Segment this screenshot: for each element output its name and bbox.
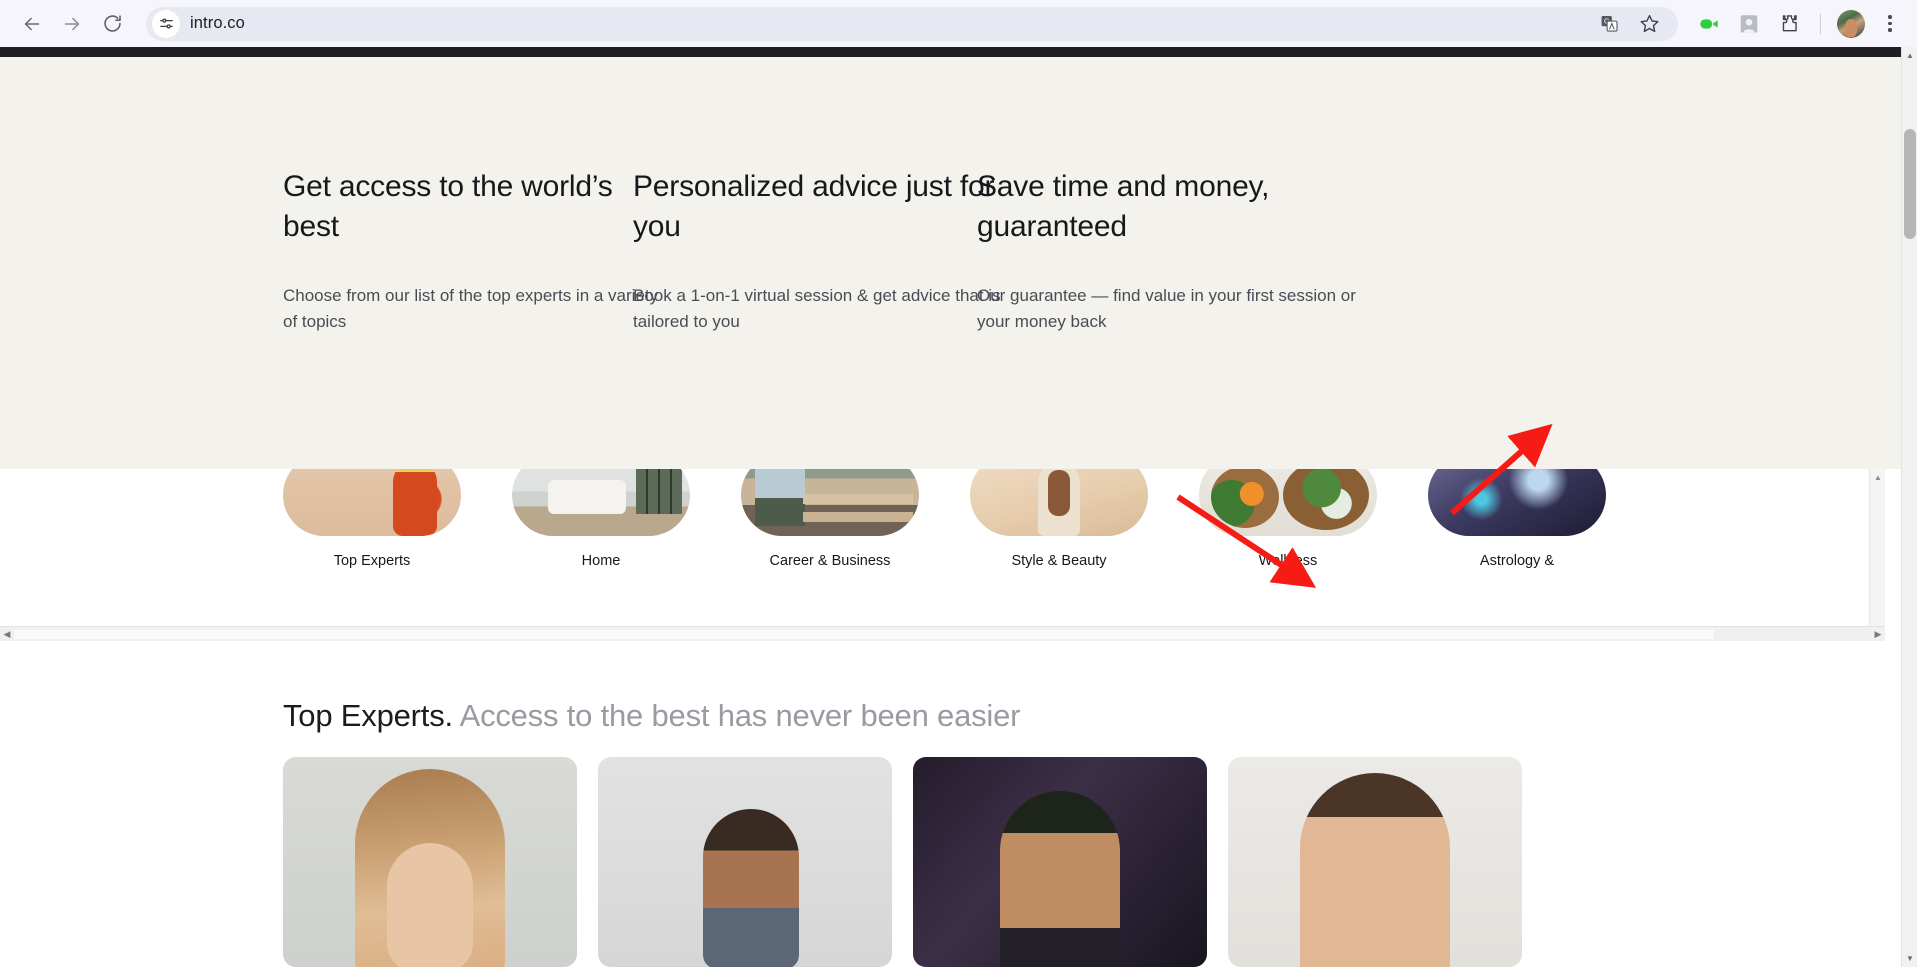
toolbar-divider bbox=[1820, 13, 1821, 34]
category-label: Career & Business bbox=[769, 553, 891, 569]
category-thumbnail-top-experts bbox=[283, 469, 461, 536]
translate-button[interactable]: G bbox=[1594, 9, 1624, 39]
category-label: Top Experts bbox=[333, 553, 411, 569]
carousel-hscroll-thumb[interactable] bbox=[14, 630, 1714, 639]
back-button[interactable] bbox=[12, 4, 52, 44]
reload-icon bbox=[103, 15, 121, 32]
star-icon bbox=[1639, 14, 1659, 33]
value-prop-3-title: Save time and money, guaranteed bbox=[977, 170, 1270, 243]
carousel-scroll-up-arrow[interactable]: ▲ bbox=[1870, 469, 1886, 485]
browser-extension-actions bbox=[1688, 9, 1905, 39]
top-experts-heading-light: Access to the best has never been easier bbox=[459, 698, 1021, 733]
avatar-extension-button[interactable] bbox=[1734, 9, 1764, 39]
category-item-career-business[interactable]: Career & Business bbox=[741, 469, 919, 569]
top-experts-heading-strong: Top Experts. bbox=[283, 698, 453, 733]
video-camera-icon bbox=[1700, 18, 1718, 29]
value-prop-1: Get access to the world’s best Choose fr… bbox=[283, 167, 663, 335]
person-badge-icon bbox=[1740, 14, 1758, 33]
page-viewport: Get access to the world’s best Choose fr… bbox=[0, 47, 1901, 967]
address-bar[interactable]: intro.co G bbox=[146, 6, 1678, 41]
page-scrollbar-thumb[interactable] bbox=[1904, 129, 1916, 239]
category-carousel-section: Top Experts Home Career & Business Style… bbox=[0, 469, 1901, 641]
carousel-horizontal-scrollbar[interactable]: ◀ ▶ bbox=[0, 626, 1885, 641]
category-thumbnail-home bbox=[512, 469, 690, 536]
profile-avatar[interactable] bbox=[1837, 9, 1865, 38]
carousel-scroll-left-arrow[interactable]: ◀ bbox=[0, 627, 14, 642]
category-item-style-beauty[interactable]: Style & Beauty bbox=[970, 469, 1148, 569]
category-item-astrology[interactable]: Astrology & bbox=[1428, 469, 1606, 569]
expert-card[interactable] bbox=[1228, 757, 1522, 967]
site-settings-button[interactable] bbox=[152, 9, 180, 38]
page-top-dark-strip bbox=[0, 47, 1901, 57]
top-experts-heading: Top Experts. Access to the best has neve… bbox=[283, 696, 1020, 736]
category-label: Style & Beauty bbox=[1011, 553, 1107, 569]
expert-card[interactable] bbox=[598, 757, 892, 967]
reload-button[interactable] bbox=[92, 4, 132, 44]
category-thumbnail-style-beauty bbox=[970, 469, 1148, 536]
category-thumbnail-astrology bbox=[1428, 469, 1606, 536]
page-vertical-scrollbar[interactable]: ▲ ▼ bbox=[1901, 47, 1917, 967]
category-label: Astrology & bbox=[1479, 553, 1555, 569]
value-prop-1-body: Choose from our list of the top experts … bbox=[283, 286, 659, 331]
forward-button[interactable] bbox=[52, 4, 92, 44]
category-item-home[interactable]: Home bbox=[512, 469, 690, 569]
puzzle-piece-icon bbox=[1782, 15, 1797, 32]
top-experts-card-list bbox=[283, 757, 1522, 967]
url-text: intro.co bbox=[190, 14, 245, 32]
category-item-wellness[interactable]: Wellness bbox=[1199, 469, 1377, 569]
carousel-scroll-right-arrow[interactable]: ▶ bbox=[1871, 627, 1885, 642]
value-prop-2-body: Book a 1-on-1 virtual session & get advi… bbox=[633, 286, 1001, 331]
carousel-vertical-scrollbar[interactable]: ▲ ▼ bbox=[1869, 469, 1885, 641]
category-label: Home bbox=[581, 553, 621, 569]
page-scroll-up-arrow[interactable]: ▲ bbox=[1902, 47, 1917, 64]
expert-card[interactable] bbox=[283, 757, 577, 967]
arrow-left-icon bbox=[24, 17, 40, 30]
page-scroll-down-arrow[interactable]: ▼ bbox=[1902, 950, 1917, 967]
translate-icon: G bbox=[1601, 15, 1618, 32]
bookmark-button[interactable] bbox=[1634, 9, 1664, 39]
chrome-menu-button[interactable] bbox=[1875, 9, 1905, 39]
arrow-right-icon bbox=[64, 17, 80, 30]
value-prop-1-title: Get access to the world’s best bbox=[283, 170, 613, 243]
value-prop-2: Personalized advice just for you Book a … bbox=[633, 167, 1013, 335]
value-prop-3: Save time and money, guaranteed Our guar… bbox=[977, 167, 1357, 335]
category-label: Wellness bbox=[1258, 553, 1318, 569]
kebab-icon bbox=[1888, 15, 1892, 32]
extensions-button[interactable] bbox=[1774, 9, 1804, 39]
browser-toolbar: intro.co G bbox=[0, 0, 1917, 47]
value-props-section: Get access to the world’s best Choose fr… bbox=[0, 57, 1901, 469]
category-thumbnail-wellness bbox=[1199, 469, 1377, 536]
top-experts-section: Top Experts. Access to the best has neve… bbox=[0, 641, 1901, 967]
value-prop-2-title: Personalized advice just for you bbox=[633, 170, 995, 243]
screen-recorder-extension-button[interactable] bbox=[1694, 9, 1724, 39]
category-carousel-track[interactable]: Top Experts Home Career & Business Style… bbox=[283, 469, 1606, 569]
expert-card[interactable] bbox=[913, 757, 1207, 967]
value-prop-3-body: Our guarantee — find value in your first… bbox=[977, 286, 1356, 331]
category-item-top-experts[interactable]: Top Experts bbox=[283, 469, 461, 569]
site-settings-icon bbox=[159, 18, 173, 29]
category-thumbnail-career-business bbox=[741, 469, 919, 536]
